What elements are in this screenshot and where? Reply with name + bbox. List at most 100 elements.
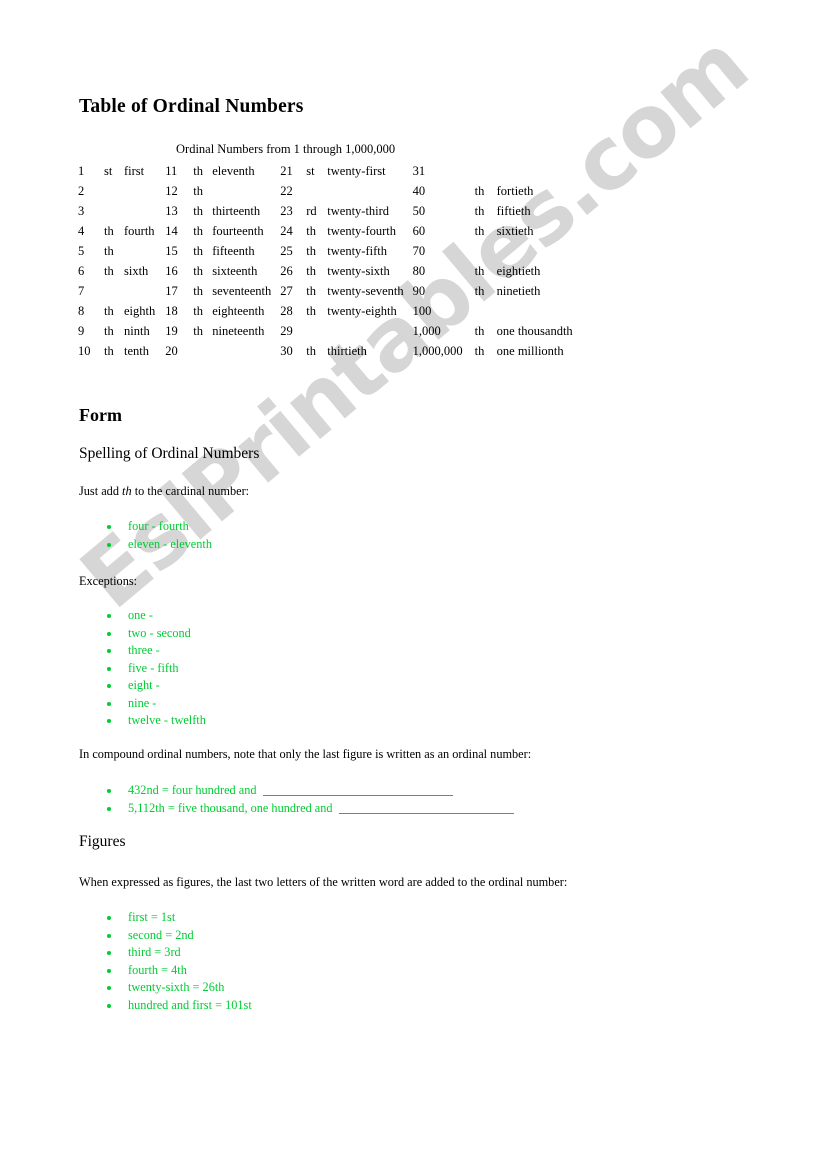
ordinal-figure-cell: 60: [412, 224, 426, 238]
ordinal-suffix-cell: th: [474, 204, 485, 218]
ordinal-figure-cell: 1,000,000: [412, 344, 463, 358]
bullet-dot-icon: [107, 986, 111, 990]
list-item: third = 3rd: [0, 944, 252, 962]
ordinal-suffix-cell: th: [474, 264, 485, 278]
ordinal-figure-cell: 70: [412, 244, 426, 258]
ordinal-figure-cell: 14: [165, 224, 178, 238]
table-row: 6th sixth 16th sixteenth 26th twenty-sixth 80 t…: [76, 261, 573, 281]
list-item-label: eight -: [128, 678, 160, 692]
ordinal-word-cell: [327, 181, 412, 201]
ordinal-suffix-cell: th: [306, 244, 316, 258]
ordinal-suffix-cell: [475, 301, 497, 321]
list-item-label: fourth = 4th: [128, 962, 187, 977]
ordinal-figure-cell: 1,000: [412, 324, 441, 338]
ordinal-suffix-cell: th: [193, 224, 203, 238]
ordinal-suffix-cell: [475, 161, 497, 181]
ordinal-word-cell: eighteenth: [212, 304, 265, 318]
table-row: 1st first 11th eleventh 21st twenty-first 31: [76, 161, 573, 181]
figures-heading: Figures: [79, 833, 126, 850]
ordinal-suffix-cell: [104, 181, 124, 201]
ordinal-table-caption: Ordinal Numbers from 1 through 1,000,000: [176, 142, 396, 156]
list-item-label: two - second: [128, 625, 191, 640]
ordinal-word-cell: tenth: [124, 344, 149, 358]
bullet-dot-icon: [107, 649, 111, 653]
list-item-label: 5,112th = five thousand, one hundred and: [128, 800, 333, 815]
ordinal-figure-cell: 24: [280, 224, 293, 238]
form-heading: Form: [79, 405, 122, 425]
ordinal-figure-cell: 5: [78, 244, 85, 258]
bullet-dot-icon: [107, 542, 111, 547]
ordinal-figure-cell: 2: [78, 184, 85, 198]
ordinal-word-cell: fortieth: [496, 184, 534, 198]
list-item-label: twelve - twelfth: [128, 713, 206, 727]
table-row: 9th ninth 19th nineteenth 29 1,000 th one thous…: [76, 321, 573, 341]
ordinal-word-cell: first: [124, 164, 145, 178]
fill-in-blank-line[interactable]: [262, 783, 453, 796]
ordinal-figure-cell: 12: [165, 184, 178, 198]
ordinal-word-cell: thirteenth: [212, 204, 261, 218]
ordinal-word-cell: [124, 201, 165, 221]
fill-in-blank-line[interactable]: [338, 801, 514, 814]
list-item: eight -: [0, 677, 206, 695]
ordinal-word-cell: [124, 181, 165, 201]
ordinal-word-cell: [497, 161, 573, 181]
list-item: two - second: [0, 625, 206, 643]
ordinal-figure-cell: 31: [412, 164, 426, 178]
table-row: 10th tenth 20 30th thirtieth 1,000,000 th one m…: [76, 341, 573, 361]
ordinal-word-cell: twenty-fourth: [327, 224, 396, 238]
ordinal-word-cell: [497, 301, 573, 321]
list-item-label: hundred and first = 101st: [128, 997, 252, 1012]
ordinal-word-cell: fourth: [124, 224, 155, 238]
list-item-label: five - fifth: [128, 660, 179, 675]
ordinal-suffix-cell: th: [306, 264, 316, 278]
ordinal-word-cell: twenty-seventh: [327, 284, 404, 298]
ordinal-suffix-cell: rd: [306, 204, 317, 218]
list-item-label: 432nd = four hundred and: [128, 783, 257, 797]
table-row: 7 17th seventeenth 27th twenty-seventh 90th ni…: [76, 281, 573, 301]
ordinal-suffix-cell: th: [474, 224, 485, 238]
ordinal-suffix-cell: [104, 201, 124, 221]
ordinal-figure-cell: 15: [165, 244, 178, 258]
list-item: twelve - twelfth: [0, 712, 206, 730]
ordinal-word-cell: [124, 281, 165, 301]
ordinal-figure-cell: 25: [280, 244, 293, 258]
ordinal-suffix-cell: th: [193, 284, 203, 298]
ordinal-figure-cell: 4: [78, 224, 85, 238]
ordinal-suffix-cell: th: [474, 284, 485, 298]
document-page: Table of Ordinal Numbers Ordinal Numbers…: [0, 0, 821, 1169]
list-item: five - fifth: [0, 660, 206, 678]
ordinal-word-cell: sixtieth: [496, 224, 534, 238]
list-item: eleven - eleventh: [0, 536, 212, 554]
table-row: 3 13th thirteenth 23rd twenty-third 50th fifti…: [76, 201, 573, 221]
ordinal-suffix-cell: st: [306, 164, 315, 178]
list-item-label: second = 2nd: [128, 927, 194, 942]
ordinal-word-cell: twenty-sixth: [327, 264, 390, 278]
ordinal-numbers-table: 1st first 11th eleventh 21st twenty-first 31 2 1…: [76, 161, 573, 361]
list-item: nine -: [0, 695, 206, 713]
ordinal-word-cell: ninetieth: [496, 284, 541, 298]
ordinal-suffix-cell: [193, 341, 212, 361]
ordinal-figure-cell: 20: [165, 344, 178, 358]
ordinal-word-cell: [124, 241, 165, 261]
ordinal-suffix-cell: th: [104, 244, 114, 258]
ordinal-word-cell: twenty-fifth: [327, 244, 387, 258]
ordinal-suffix-cell: [306, 181, 327, 201]
ordinal-word-cell: fifteenth: [212, 244, 255, 258]
ordinal-figure-cell: 27: [280, 284, 293, 298]
rule-examples-list: four - fourth eleven - eleventh: [0, 518, 212, 553]
list-item: fourth = 4th: [0, 962, 252, 980]
ordinal-word-cell: eighth: [124, 304, 156, 318]
ordinal-word-cell: [497, 241, 573, 261]
ordinal-table-body: 1st first 11th eleventh 21st twenty-first 31 2 1…: [76, 161, 573, 361]
ordinal-figure-cell: 7: [78, 284, 85, 298]
ordinal-word-cell: twenty-eighth: [327, 304, 397, 318]
ordinal-figure-cell: 22: [280, 184, 293, 198]
ordinal-word-cell: one thousandth: [496, 324, 573, 338]
exceptions-label: Exceptions:: [79, 574, 138, 588]
ordinal-figure-cell: 11: [165, 164, 178, 178]
ordinal-word-cell: eleventh: [212, 164, 255, 178]
list-item-label: nine -: [128, 695, 157, 710]
table-row: 4 th fourth 14 th fourteenth 24 th twenty-fourth…: [76, 221, 573, 241]
ordinal-figure-cell: 19: [165, 324, 178, 338]
ordinal-figure-cell: 40: [412, 184, 426, 198]
